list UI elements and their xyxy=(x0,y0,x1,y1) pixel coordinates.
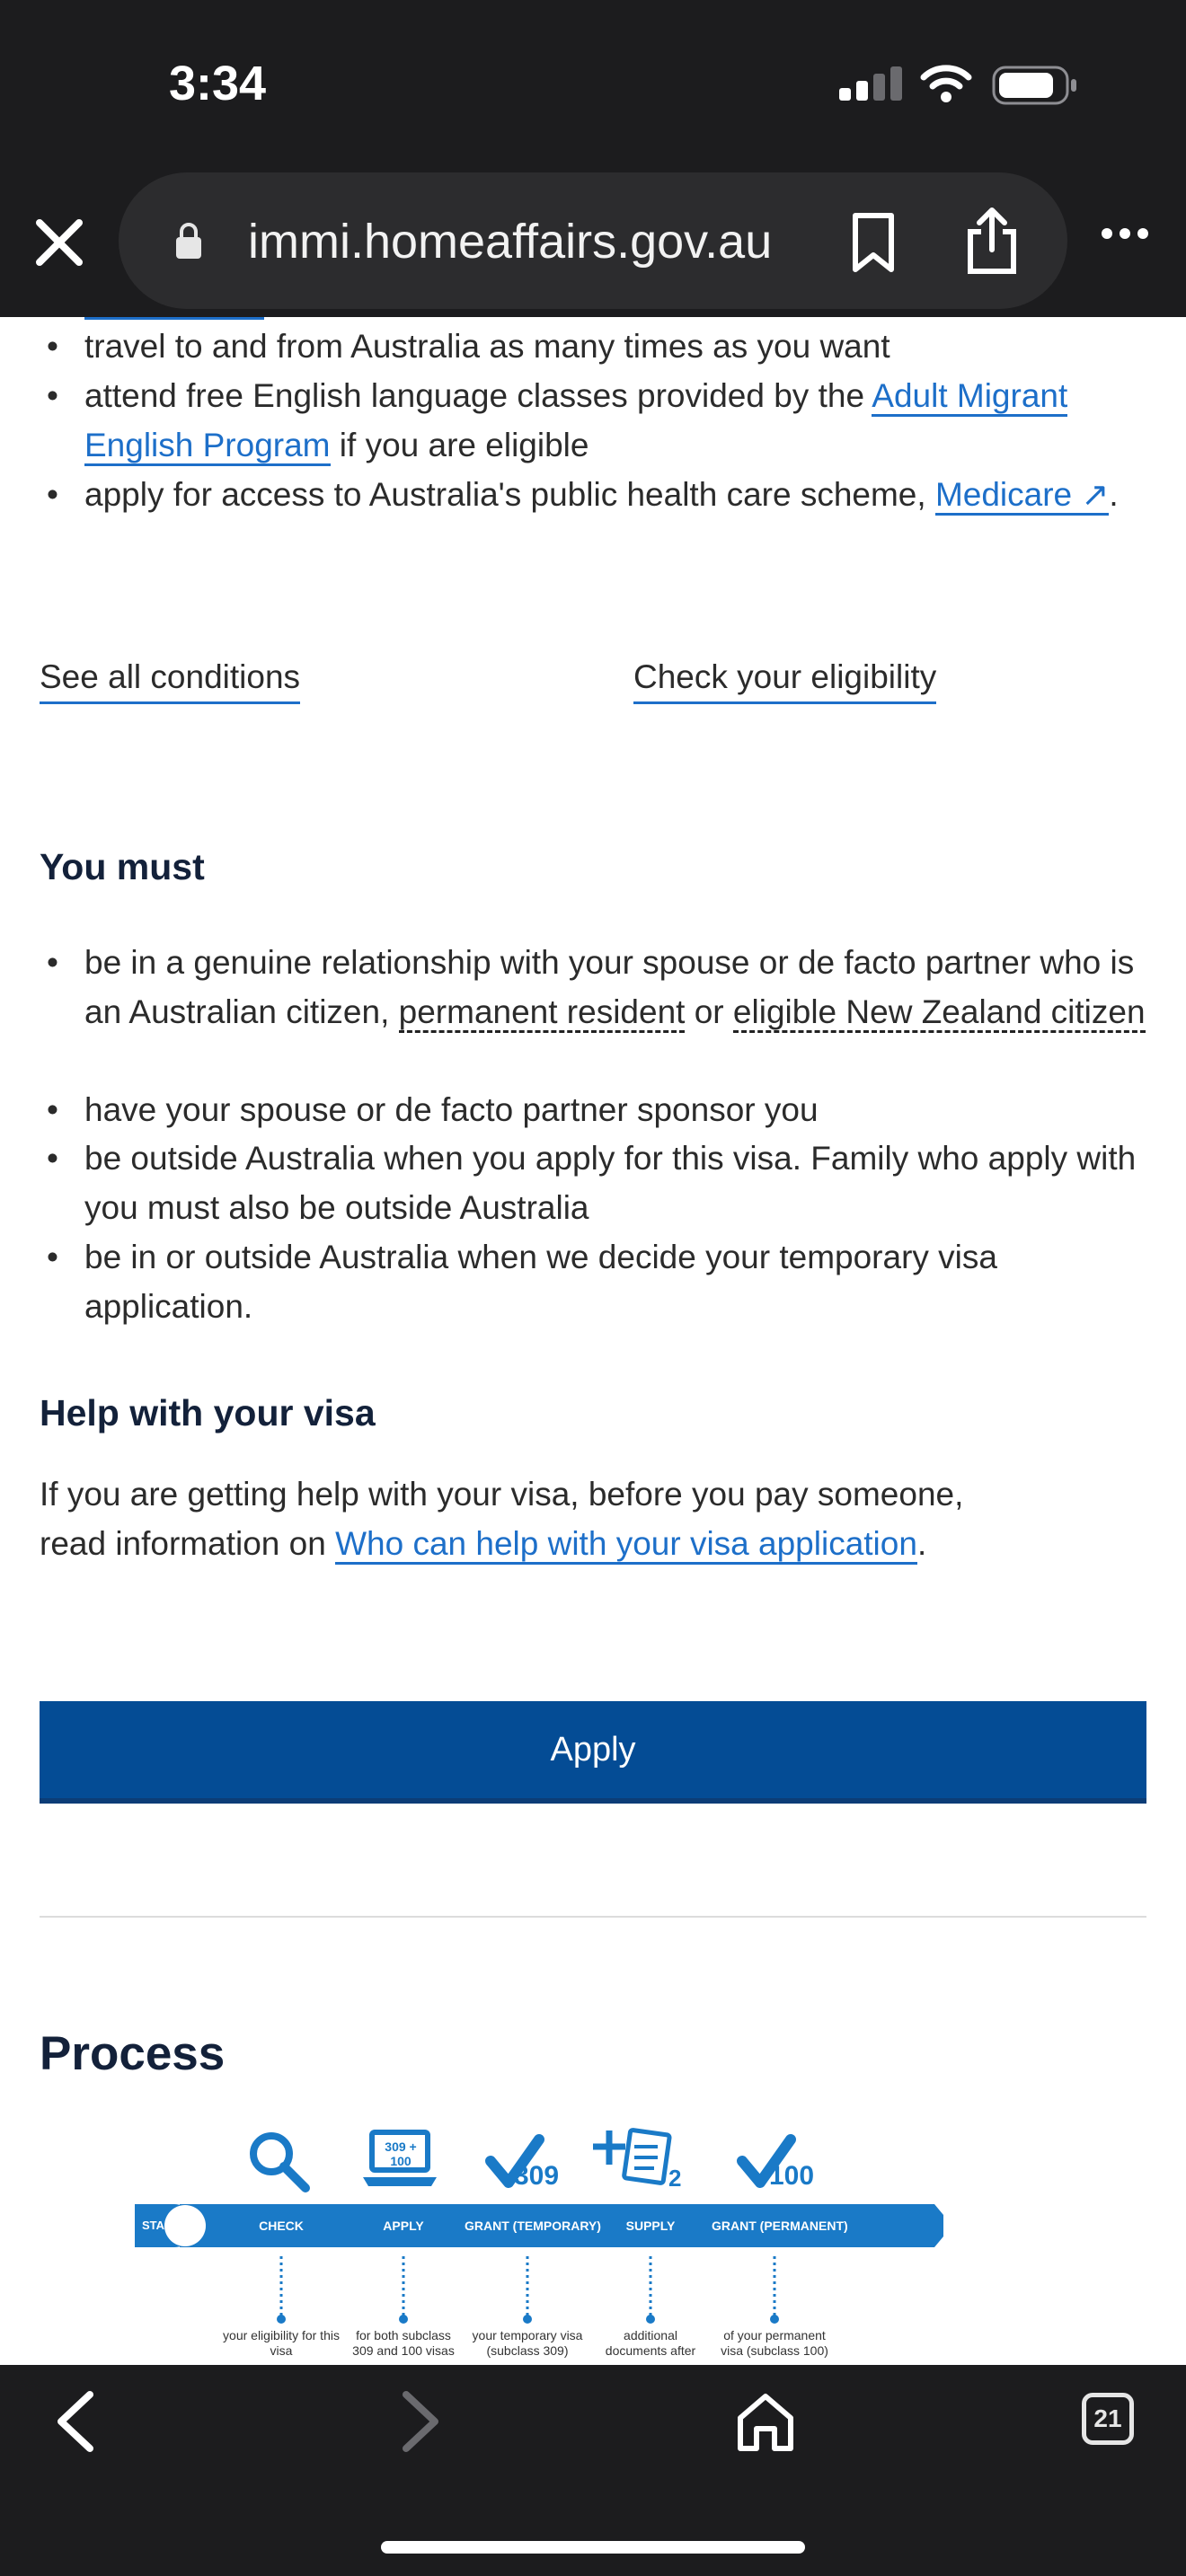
stage-grant-permanent: GRANT (PERMANENT) xyxy=(712,2219,848,2233)
who-can-help-link[interactable]: Who can help with your visa application xyxy=(335,1525,917,1565)
stage-note: your temporary visa (subclass 309) xyxy=(472,2328,583,2358)
home-icon[interactable] xyxy=(735,2391,796,2454)
visa-309-label: 309 xyxy=(514,2161,560,2191)
process-diagram: 309 + 100 309 2 100 START CHECK APPLY GR… xyxy=(135,2120,943,2358)
stage-note: additional documents after xyxy=(605,2328,696,2358)
divider xyxy=(40,1916,1146,1918)
check-eligibility-link[interactable]: Check your eligibility xyxy=(633,652,937,704)
home-indicator xyxy=(381,2541,805,2554)
stage-check: CHECK xyxy=(259,2219,304,2233)
process-start-label: START xyxy=(142,2219,181,2232)
cellular-signal-icon xyxy=(839,66,902,101)
you-must-heading: You must xyxy=(40,846,205,887)
stage-note: of your permanent visa (subclass 100) xyxy=(721,2328,828,2358)
back-icon[interactable] xyxy=(50,2389,101,2454)
apply-button[interactable]: Apply xyxy=(40,1701,1146,1804)
wifi-icon xyxy=(920,65,972,102)
stage-note: your eligibility for this visa xyxy=(223,2328,340,2358)
lock-icon xyxy=(176,223,201,259)
help-heading: Help with your visa xyxy=(40,1392,376,1434)
tabs-button[interactable]: 21 xyxy=(1082,2393,1134,2445)
status-time: 3:34 xyxy=(169,57,267,110)
apply-icon-label: 309 + 100 xyxy=(385,2139,417,2168)
partial-link-underline xyxy=(84,317,264,320)
stage-apply: APPLY xyxy=(383,2219,424,2233)
stage-grant-temporary: GRANT (TEMPORARY) xyxy=(465,2219,601,2233)
forward-icon[interactable] xyxy=(395,2389,446,2454)
medicare-link[interactable]: Medicare ↗ xyxy=(934,476,1110,516)
eligible-nz-citizen-term[interactable]: eligible New Zealand citizen xyxy=(732,993,1146,1033)
supply-count-label: 2 xyxy=(668,2165,682,2192)
search-icon xyxy=(250,2132,310,2192)
permanent-resident-term[interactable]: permanent resident xyxy=(398,993,686,1033)
share-icon[interactable] xyxy=(963,205,1021,277)
see-all-conditions-link[interactable]: See all conditions xyxy=(40,652,301,704)
visa-100-label: 100 xyxy=(769,2161,815,2191)
documents-icon xyxy=(593,2128,672,2185)
process-heading: Process xyxy=(40,2027,226,2080)
stage-note: for both subclass 309 and 100 visas xyxy=(352,2328,455,2358)
close-icon[interactable] xyxy=(31,214,88,271)
stage-supply: SUPPLY xyxy=(625,2219,676,2233)
battery-icon xyxy=(992,66,1076,105)
bookmark-icon[interactable] xyxy=(848,212,898,275)
more-options-icon[interactable] xyxy=(1100,225,1150,243)
help-paragraph: If you are getting help with your visa, … xyxy=(40,1469,992,1568)
url-text[interactable]: immi.homeaffairs.gov.au xyxy=(248,214,772,269)
